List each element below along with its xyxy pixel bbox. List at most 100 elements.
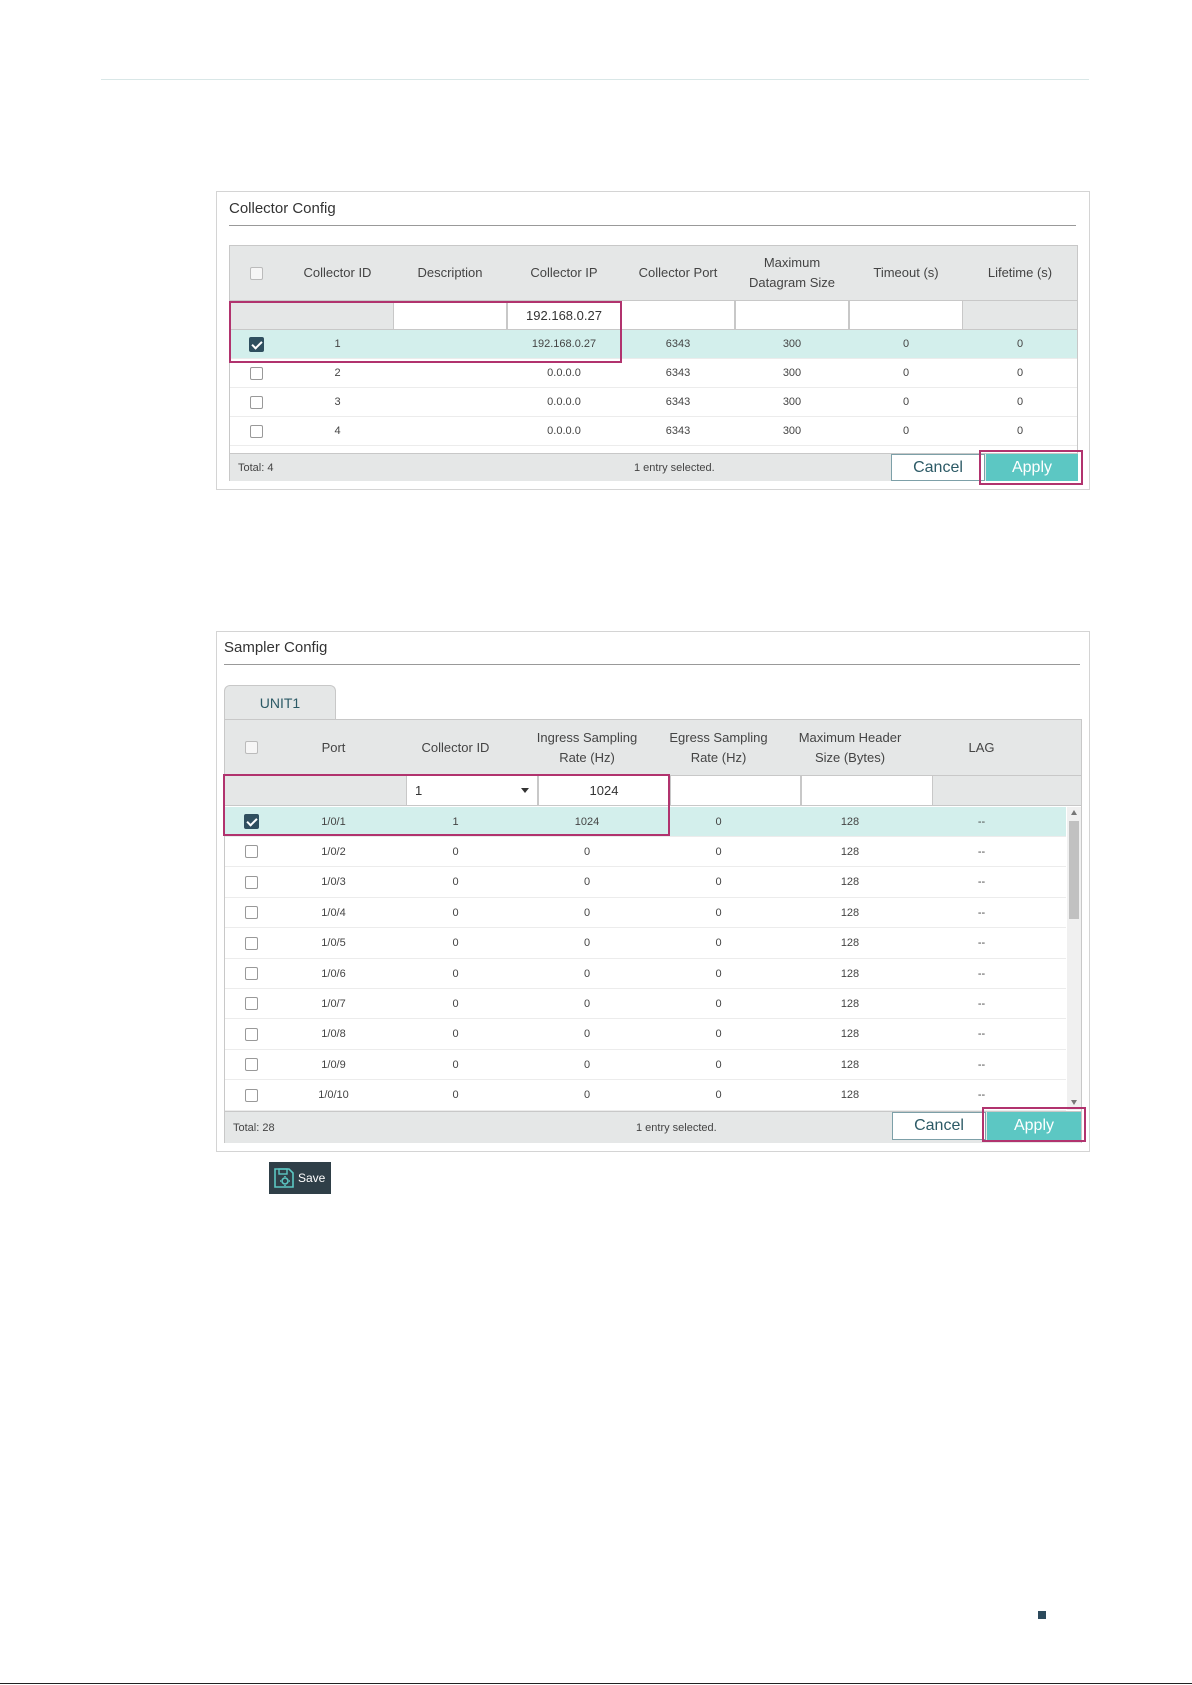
port-cell: 1/0/9 (321, 1058, 346, 1071)
collector-id-select[interactable]: 1 (406, 776, 538, 805)
col-header: Description (417, 265, 483, 280)
row-checkbox[interactable] (249, 395, 263, 409)
table-row[interactable]: 1/0/7 0 0 0 128 -- (225, 989, 1066, 1020)
datagram-size-cell: 300 (782, 425, 802, 437)
apply-button[interactable]: Apply (987, 1112, 1081, 1140)
egress-rate-input[interactable] (670, 776, 801, 805)
table-row[interactable]: 1/0/2 0 0 0 128 -- (225, 837, 1066, 868)
scroll-down-icon[interactable] (1071, 1100, 1077, 1105)
chevron-down-icon[interactable] (521, 788, 529, 793)
row-checkbox[interactable] (244, 1058, 258, 1072)
ingress-rate-cell: 1024 (574, 815, 600, 828)
table-row[interactable]: 1/0/5 0 0 0 128 -- (225, 929, 1066, 959)
collector-ip-cell: 192.168.0.27 (531, 338, 597, 350)
collector-id-cell: 3 (334, 396, 341, 408)
select-all-cell[interactable] (225, 720, 277, 775)
cancel-button[interactable]: Cancel (892, 1112, 986, 1140)
row-select-cell[interactable] (225, 868, 277, 897)
row-checkbox[interactable] (249, 366, 263, 380)
table-row[interactable]: 1 192.168.0.27 6343 300 0 0 (230, 330, 1077, 359)
select-all-checkbox[interactable] (244, 741, 258, 754)
scroll-thumb[interactable] (1069, 821, 1079, 919)
datagram-size-cell: 300 (782, 338, 802, 350)
collector-ip-input[interactable]: 192.168.0.27 (507, 301, 621, 329)
table-row[interactable]: 2 0.0.0.0 6343 300 0 0 (230, 359, 1077, 388)
lag-cell: -- (977, 1028, 986, 1041)
row-checkbox[interactable] (244, 906, 258, 920)
save-button[interactable]: Save (269, 1162, 331, 1194)
row-checkbox[interactable] (244, 875, 258, 889)
egress-rate-cell: 0 (715, 815, 722, 828)
description-cell (393, 359, 507, 387)
row-select-cell[interactable] (230, 330, 282, 358)
collector-id-cell: 0 (452, 967, 459, 980)
apply-button[interactable]: Apply (986, 454, 1078, 481)
header-size-cell: 128 (840, 845, 860, 858)
table-row[interactable]: 4 0.0.0.0 6343 300 0 0 (230, 417, 1077, 446)
collector-id-cell: 0 (452, 937, 459, 950)
row-checkbox[interactable] (244, 936, 258, 950)
bottom-divider (0, 1683, 1192, 1684)
row-checkbox-checked[interactable] (248, 336, 264, 352)
header-size-input[interactable] (801, 776, 933, 805)
table-row[interactable]: 1/0/1 1 1024 0 128 -- (225, 807, 1066, 837)
table-row[interactable]: 1/0/6 0 0 0 128 -- (225, 959, 1066, 989)
collector-ip-cell: 0.0.0.0 (547, 396, 581, 408)
row-select-cell[interactable] (225, 807, 277, 836)
row-checkbox[interactable] (244, 845, 258, 859)
datagram-size-input[interactable] (735, 301, 849, 329)
cancel-button[interactable]: Cancel (891, 454, 985, 481)
ingress-rate-cell: 0 (583, 1089, 591, 1102)
collector-ip-cell: 0.0.0.0 (547, 425, 581, 437)
lag-cell: -- (977, 1058, 986, 1071)
port-cell: 1/0/8 (321, 1028, 346, 1041)
row-select-cell[interactable] (225, 959, 277, 988)
row-select-cell[interactable] (225, 1020, 277, 1049)
collector-port-input[interactable] (621, 301, 735, 329)
ingress-rate-input[interactable]: 1024 (538, 776, 670, 805)
row-checkbox-checked[interactable] (243, 814, 259, 829)
table-row[interactable]: 1/0/8 0 0 0 128 -- (225, 1020, 1066, 1050)
header-size-cell: 128 (840, 1089, 860, 1102)
page-marker (1038, 1611, 1046, 1619)
timeout-input[interactable] (849, 301, 963, 329)
row-checkbox[interactable] (244, 997, 258, 1011)
table-row[interactable]: 3 0.0.0.0 6343 300 0 0 (230, 388, 1077, 417)
row-select-cell[interactable] (225, 1050, 277, 1079)
col-header: Maximum Header Size (Bytes) (798, 729, 902, 765)
table-row[interactable]: 1/0/9 0 0 0 128 -- (225, 1050, 1066, 1081)
header-size-cell: 128 (840, 937, 860, 950)
collector-id-cell: 1 (334, 338, 341, 350)
row-select-cell[interactable] (225, 837, 277, 866)
save-icon (273, 1167, 295, 1189)
port-cell: 1/0/3 (321, 876, 346, 889)
scrollbar[interactable] (1067, 807, 1081, 1110)
row-select-cell[interactable] (225, 989, 277, 1018)
port-cell: 1/0/4 (321, 906, 346, 919)
header-size-cell: 128 (840, 1028, 860, 1041)
row-select-cell[interactable] (230, 417, 282, 445)
collector-id-cell: 0 (452, 1058, 459, 1071)
table-row[interactable]: 1/0/3 0 0 0 128 -- (225, 868, 1066, 898)
description-input[interactable] (393, 301, 507, 329)
lag-cell: -- (977, 937, 986, 950)
table-row[interactable]: 1/0/10 0 0 0 128 -- (225, 1081, 1066, 1111)
row-select-cell[interactable] (225, 929, 277, 958)
select-all-checkbox[interactable] (249, 266, 263, 280)
row-select-cell[interactable] (230, 359, 282, 387)
row-select-cell[interactable] (225, 898, 277, 927)
row-checkbox[interactable] (244, 1088, 258, 1102)
row-select-cell[interactable] (230, 388, 282, 416)
row-checkbox[interactable] (244, 967, 258, 980)
row-checkbox[interactable] (249, 424, 263, 438)
row-checkbox[interactable] (244, 1027, 258, 1041)
table-row[interactable]: 1/0/4 0 0 0 128 -- (225, 898, 1066, 929)
ingress-rate-cell: 0 (583, 967, 591, 980)
total-count: Total: 4 (238, 461, 274, 474)
select-all-cell[interactable] (230, 246, 282, 300)
tab-unit1[interactable]: UNIT1 (224, 685, 336, 720)
collector-id-cell: 4 (334, 425, 341, 437)
scroll-up-icon[interactable] (1071, 810, 1077, 815)
collector-port-cell: 6343 (665, 367, 691, 379)
row-select-cell[interactable] (225, 1081, 277, 1110)
